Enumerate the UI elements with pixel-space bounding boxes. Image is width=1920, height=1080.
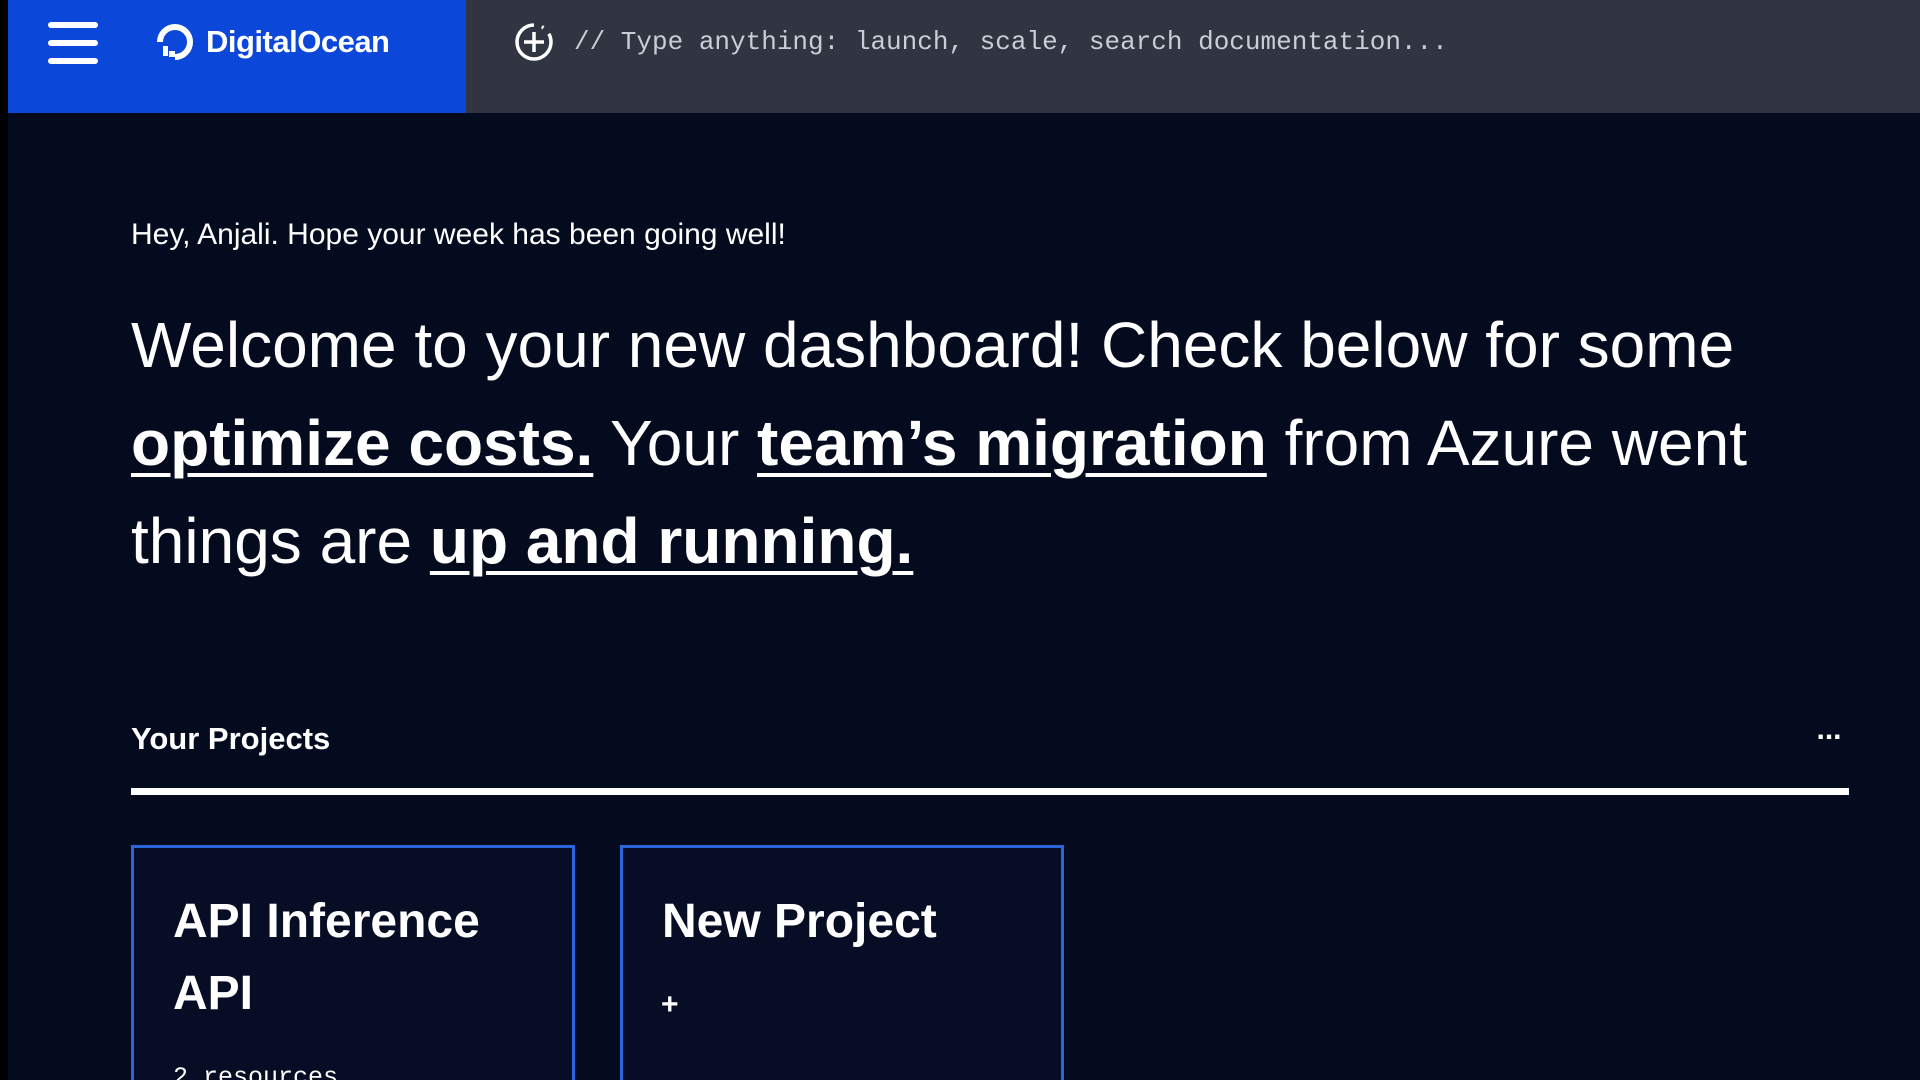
up-and-running-link[interactable]: up and running. — [430, 505, 913, 577]
optimize-costs-link[interactable]: optimize costs. — [131, 407, 593, 479]
digitalocean-logo-icon — [157, 24, 193, 60]
window-edge — [0, 0, 8, 1080]
projects-title: Your Projects — [131, 721, 331, 756]
welcome-headline: Welcome to your new dashboard! Check bel… — [131, 296, 1920, 590]
hamburger-menu-icon[interactable] — [48, 22, 98, 64]
new-project-card[interactable]: New Project + — [620, 845, 1064, 1080]
headline-line-3: things are up and running. — [131, 492, 1920, 590]
headline-text: from Azure went — [1266, 407, 1747, 479]
digitalocean-logo[interactable]: DigitalOcean — [154, 20, 390, 64]
project-card-title: API Inference API — [173, 895, 480, 1020]
project-card-api-inference[interactable]: API Inference API 2 resources — [131, 845, 575, 1080]
projects-divider — [131, 788, 1849, 795]
command-search-input[interactable] — [574, 20, 1874, 64]
brand-panel: DigitalOcean — [8, 0, 466, 113]
brand-name: DigitalOcean — [206, 24, 390, 59]
more-options-icon[interactable]: ... — [1809, 715, 1849, 758]
project-card-resources: 2 resources — [173, 1063, 339, 1080]
headline-line-1: Welcome to your new dashboard! Check bel… — [131, 309, 1735, 381]
team-migration-link[interactable]: team’s migration — [757, 407, 1267, 479]
greeting-text: Hey, Anjali. Hope your week has been goi… — [131, 218, 786, 251]
headline-text: Your — [593, 407, 758, 479]
plus-icon[interactable]: + — [661, 988, 679, 1022]
projects-header: Your Projects ... — [131, 715, 1849, 766]
plus-circle-icon[interactable] — [512, 20, 556, 64]
headline-line-2: optimize costs. Your team’s migration fr… — [131, 394, 1920, 492]
top-bar: DigitalOcean — [8, 0, 1920, 113]
project-card-title: New Project — [662, 895, 937, 948]
headline-text: things are — [131, 505, 430, 577]
